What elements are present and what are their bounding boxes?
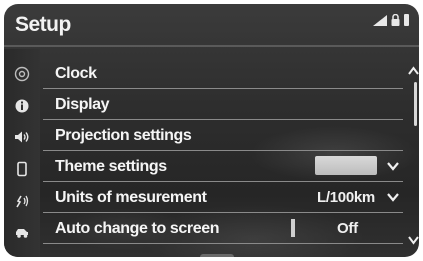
lock-icon — [391, 14, 400, 26]
chevron-down-icon[interactable] — [387, 161, 399, 171]
menu-item-label: Units of mesurement — [55, 189, 207, 206]
speaker-icon[interactable] — [11, 126, 33, 148]
scroll-up-icon[interactable] — [408, 66, 419, 75]
units-value: L/100km — [317, 189, 375, 206]
chevron-down-icon[interactable] — [387, 192, 399, 202]
setup-screen: Setup Clock Display Projection settings … — [4, 4, 419, 257]
info-icon[interactable] — [11, 95, 33, 117]
auto-change-value: Off — [337, 220, 358, 237]
battery-icon — [404, 14, 409, 26]
car-icon[interactable] — [11, 221, 33, 243]
menu-item-display[interactable]: Display — [43, 89, 403, 120]
scroll-down-icon[interactable] — [408, 236, 419, 245]
voice-icon[interactable] — [11, 190, 33, 212]
header-bar: Setup — [4, 4, 419, 45]
status-area — [373, 14, 409, 26]
menu-item-theme-settings[interactable]: Theme settings — [43, 151, 403, 182]
settings-dial-icon[interactable] — [11, 63, 33, 85]
sidebar — [4, 49, 40, 257]
menu-item-units-of-measurement[interactable]: Units of mesurement L/100km — [43, 182, 403, 213]
menu-item-auto-change-to-screen[interactable]: Auto change to screen Off — [43, 213, 403, 244]
menu-item-label: Auto change to screen — [55, 220, 220, 237]
page-title: Setup — [15, 13, 71, 36]
toggle-indicator — [291, 219, 295, 237]
phone-icon[interactable] — [11, 158, 33, 180]
menu-item-projection-settings[interactable]: Projection settings — [43, 120, 403, 151]
menu-item-clock[interactable]: Clock — [43, 58, 403, 89]
menu-item-label: Theme settings — [55, 158, 167, 175]
bottom-handle — [200, 254, 234, 257]
scrollbar-thumb[interactable] — [414, 82, 417, 126]
menu-item-label: Projection settings — [55, 127, 192, 144]
menu-item-label: Clock — [55, 65, 97, 82]
signal-icon — [373, 15, 387, 26]
header-divider — [4, 45, 419, 47]
theme-preview-swatch — [315, 156, 377, 175]
menu-item-label: Display — [55, 96, 110, 113]
